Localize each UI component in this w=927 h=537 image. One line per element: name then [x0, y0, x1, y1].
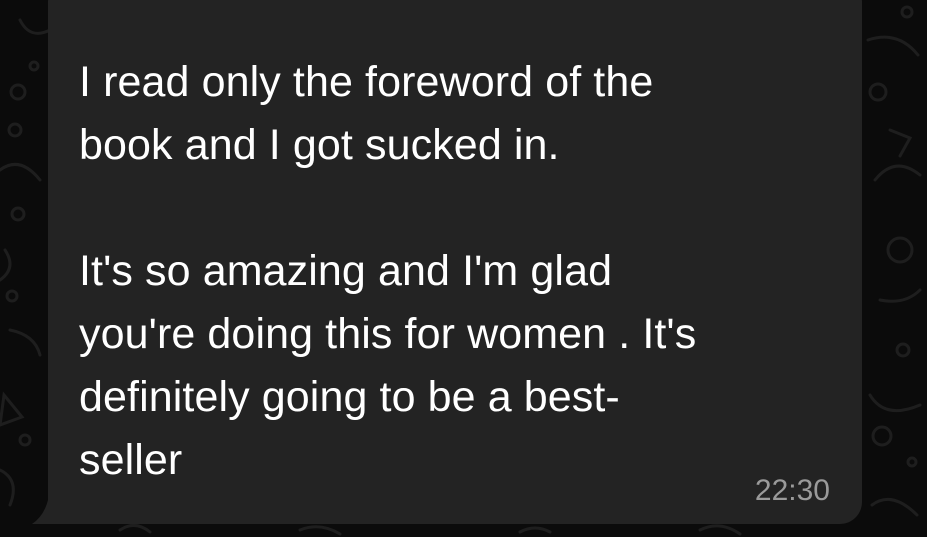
message-bubble[interactable]: I read only the foreword of the book and…: [48, 0, 862, 524]
message-text: I read only the foreword of the book and…: [79, 58, 697, 484]
message-timestamp: 22:30: [754, 474, 830, 507]
bubble-tail: [32, 500, 70, 524]
